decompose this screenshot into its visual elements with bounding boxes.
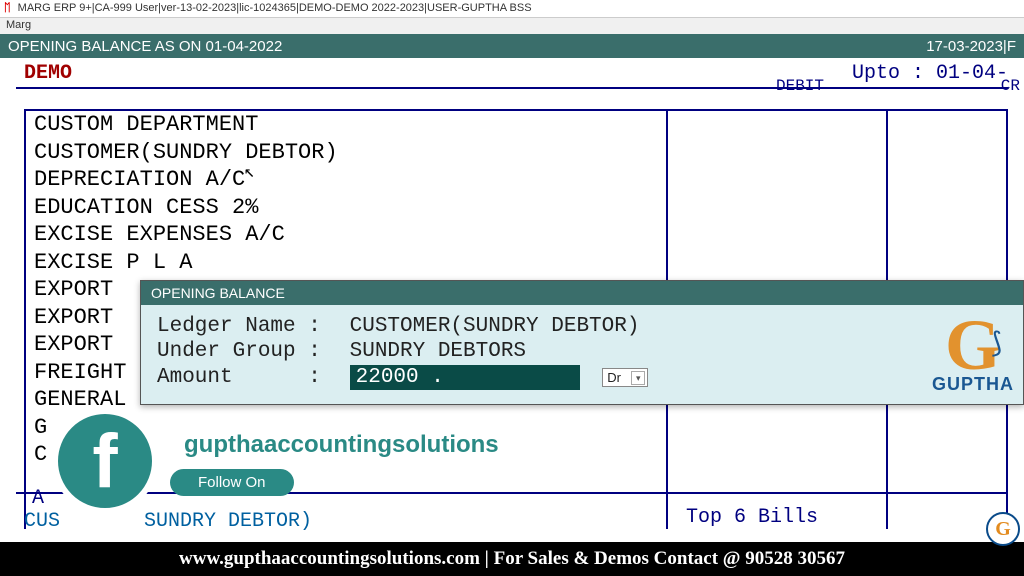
divider [16,87,1008,89]
ledger-row[interactable]: EDUCATION CESS 2% [26,194,1006,222]
under-group-label: Under Group : [157,340,337,363]
facebook-overlay: f gupthaaccountingsolutions Follow On [52,408,513,514]
facebook-handle[interactable]: gupthaaccountingsolutions [170,427,513,463]
drcr-select[interactable]: Dr ▾ [602,368,648,387]
corner-brand-badge: G [986,512,1020,546]
brand-wing-icon: ⟆ [988,326,1005,361]
facebook-icon[interactable]: f [52,408,158,514]
col-debit: DEBIT [776,77,824,95]
drcr-value: Dr [607,370,621,385]
company-name: DEMO [24,62,72,85]
window-title: MARG ERP 9+|CA-999 User|ver-13-02-2023|l… [18,2,532,14]
ledger-row[interactable]: CUSTOM DEPARTMENT [26,111,1006,139]
under-group-value: SUNDRY DEBTORS [350,340,526,363]
chevron-down-icon[interactable]: ▾ [631,371,645,385]
selected-ledger-prefix: A [32,487,44,510]
screen-title: OPENING BALANCE AS ON 01-04-2022 [8,38,282,55]
dialog-title: OPENING BALANCE [141,281,1023,305]
brand-watermark: G ⟆ GUPTHA [932,320,1014,395]
ledger-row[interactable]: CUSTOMER(SUNDRY DEBTOR) [26,139,1006,167]
follow-button[interactable]: Follow On [170,469,294,496]
amount-label: Amount : [157,366,337,389]
ledger-row[interactable]: EXCISE P L A [26,249,1006,277]
screen-header: OPENING BALANCE AS ON 01-04-2022 17-03-2… [0,34,1024,58]
ledger-row[interactable]: EXCISE EXPENSES A/C [26,221,1006,249]
footer-text: www.gupthaaccountingsolutions.com | For … [179,548,845,570]
ledger-name-label: Ledger Name : [157,315,337,338]
header-date: 17-03-2023|F [926,38,1016,55]
app-logo-icon: ᛖ [4,2,11,14]
top-bills-label: Top 6 Bills [686,506,818,529]
footer-strip: www.gupthaaccountingsolutions.com | For … [0,542,1024,576]
opening-balance-dialog: OPENING BALANCE Ledger Name : CUSTOMER(S… [140,280,1024,405]
menu-item-marg[interactable]: Marg [6,19,31,31]
window-title-bar: ᛖ MARG ERP 9+|CA-999 User|ver-13-02-2023… [0,0,1024,18]
col-credit: CR [1001,77,1020,95]
ledger-row[interactable]: DEPRECIATION A/C [26,166,1006,194]
ledger-name-value: CUSTOMER(SUNDRY DEBTOR) [350,315,640,338]
amount-input[interactable]: 22000 . [350,365,580,390]
upto-date: Upto : 01-04- [852,62,1008,85]
menu-bar[interactable]: Marg [0,18,1024,34]
